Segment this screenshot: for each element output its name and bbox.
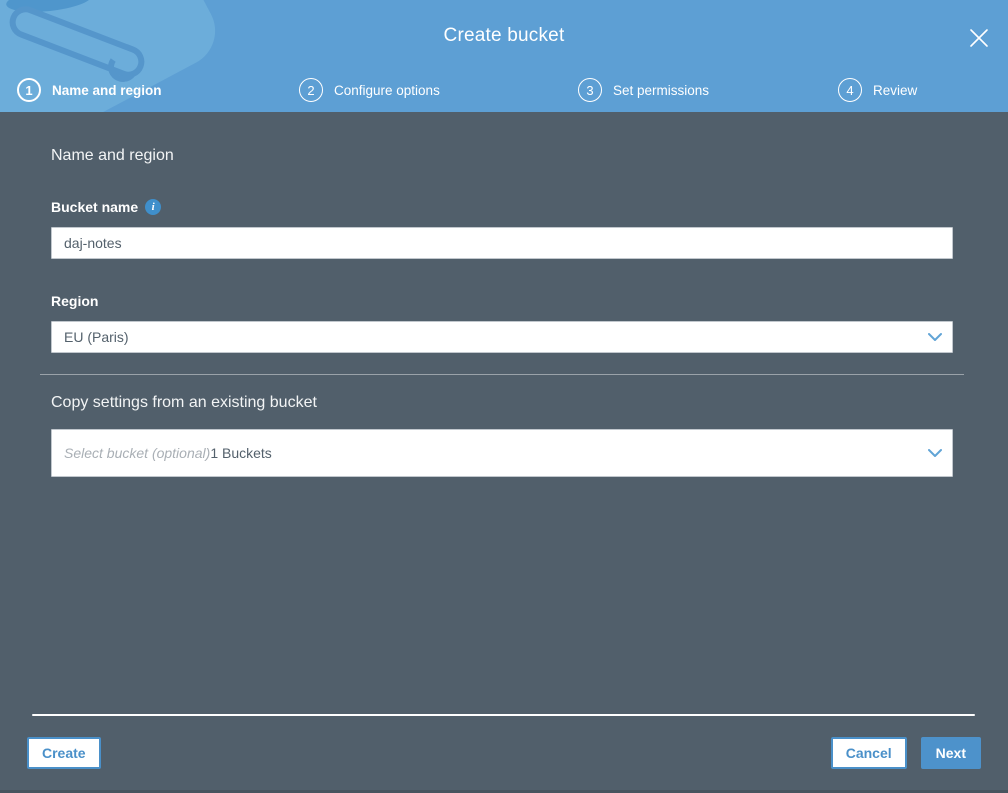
section-title-name-and-region: Name and region: [51, 147, 174, 164]
section-divider: [40, 374, 964, 375]
step-number-badge: 3: [578, 78, 602, 102]
step-name-and-region[interactable]: 1 Name and region: [17, 76, 162, 104]
dialog-body: Name and region Bucket name i Region EU …: [0, 112, 1008, 793]
dialog-title: Create bucket: [443, 25, 565, 46]
chevron-down-icon: [928, 333, 942, 342]
dialog-footer: Create Cancel Next: [0, 737, 1008, 769]
step-set-permissions[interactable]: 3 Set permissions: [578, 76, 709, 104]
step-label: Configure options: [334, 82, 440, 98]
step-number-badge: 2: [299, 78, 323, 102]
step-label: Set permissions: [613, 82, 710, 98]
region-label: Region: [51, 293, 99, 309]
chevron-down-icon: [928, 449, 942, 458]
step-configure-options[interactable]: 2 Configure options: [299, 76, 440, 104]
info-icon[interactable]: i: [145, 199, 162, 215]
region-select[interactable]: EU (Paris): [51, 321, 953, 353]
bucket-rim-shape: [5, 0, 93, 16]
close-icon[interactable]: [967, 26, 991, 50]
copy-settings-title: Copy settings from an existing bucket: [51, 394, 317, 411]
step-number-badge: 1: [17, 78, 41, 102]
copy-bucket-select[interactable]: Select bucket (optional) 1 Buckets: [51, 429, 953, 477]
copy-bucket-placeholder: Select bucket (optional): [64, 445, 211, 461]
bucket-name-input[interactable]: [51, 227, 953, 259]
dialog-header: Create bucket 1 Name and region 2 Config…: [0, 0, 1008, 112]
cancel-button[interactable]: Cancel: [830, 737, 907, 769]
step-review[interactable]: 4 Review: [838, 76, 917, 104]
bucket-name-label: Bucket name: [51, 199, 139, 215]
step-number-badge: 4: [838, 78, 862, 102]
step-label: Name and region: [52, 82, 162, 98]
footer-divider: [32, 714, 975, 716]
wizard-stepper: 1 Name and region 2 Configure options 3 …: [0, 76, 1008, 106]
bucket-count-text: 1 Buckets: [210, 445, 272, 461]
region-label-row: Region: [51, 293, 953, 309]
footer-right-buttons: Cancel Next: [830, 737, 981, 769]
step-label: Review: [873, 82, 918, 98]
create-button[interactable]: Create: [27, 737, 101, 769]
region-selected-value: EU (Paris): [64, 329, 129, 345]
next-button[interactable]: Next: [920, 737, 981, 769]
bucket-name-label-row: Bucket name i: [51, 199, 953, 215]
